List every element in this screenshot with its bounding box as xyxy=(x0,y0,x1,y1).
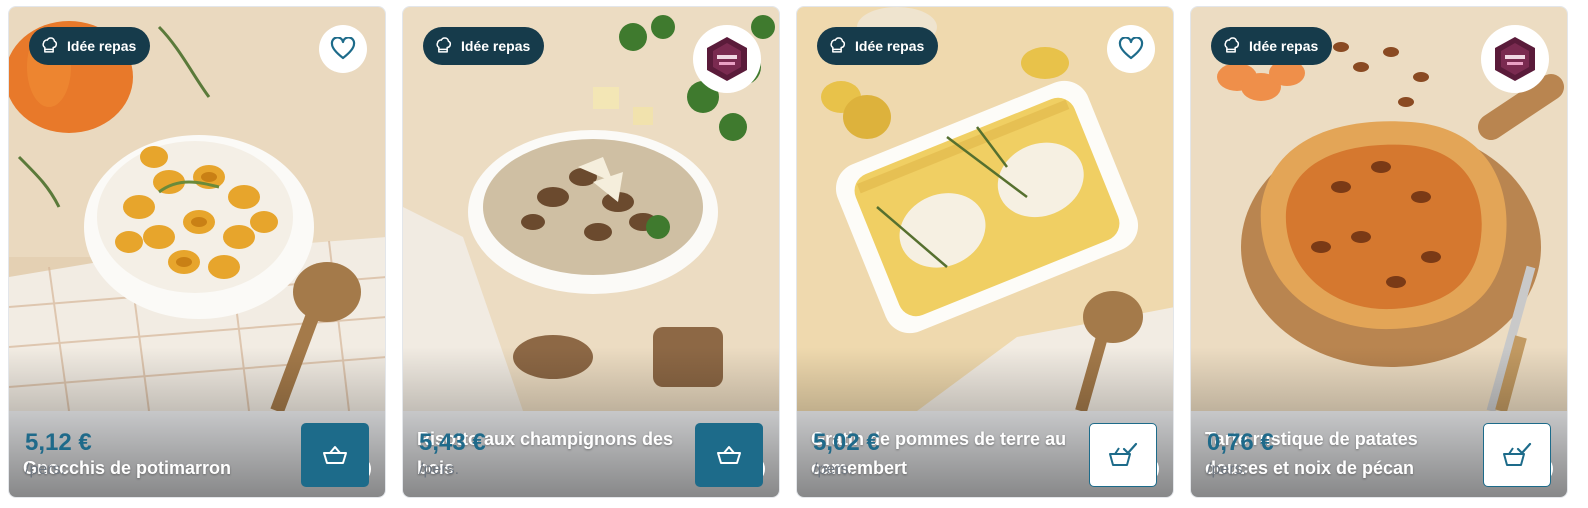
in-basket-button[interactable] xyxy=(1089,423,1157,487)
partner-logo xyxy=(1481,25,1549,93)
meal-idea-badge: Idée repas xyxy=(423,27,545,65)
favorite-button[interactable] xyxy=(319,25,367,73)
in-basket-button[interactable] xyxy=(1483,423,1551,487)
meal-idea-badge: Idée repas xyxy=(29,27,151,65)
heart-icon xyxy=(330,37,356,60)
card-footer: 5,43 € /pers. xyxy=(403,411,779,497)
basket-check-icon xyxy=(1109,442,1138,466)
meal-idea-badge: Idée repas xyxy=(1211,27,1333,65)
chef-hat-icon xyxy=(436,37,451,53)
basket-icon xyxy=(323,446,347,464)
meal-idea-label: Idée repas xyxy=(1249,38,1319,54)
card-footer: 5,02 € /pers. xyxy=(797,411,1173,497)
per-person-label: /pers. xyxy=(813,461,854,478)
chef-logo-icon xyxy=(1495,37,1535,81)
per-person-label: /pers. xyxy=(1207,461,1248,478)
recipe-card[interactable]: Idée repas Risotto aux champignons des b… xyxy=(402,6,780,498)
recipe-card[interactable]: Idée repas Gnocchis de potimarron 4 5,12… xyxy=(8,6,386,498)
meal-idea-label: Idée repas xyxy=(461,38,531,54)
recipe-card[interactable]: Idée repas Tarte rustique de patates dou… xyxy=(1190,6,1568,498)
chef-logo-icon xyxy=(707,37,747,81)
basket-check-icon xyxy=(1503,442,1532,466)
partner-logo xyxy=(693,25,761,93)
price: 5,12 € xyxy=(25,429,92,456)
price: 5,43 € xyxy=(419,429,486,456)
recipe-card[interactable]: Idée repas Gratin de pommes de terre au … xyxy=(796,6,1174,498)
meal-idea-label: Idée repas xyxy=(67,38,137,54)
price: 0,76 € xyxy=(1207,429,1274,456)
favorite-button[interactable] xyxy=(1107,25,1155,73)
heart-icon xyxy=(1118,37,1144,60)
per-person-label: /pers. xyxy=(25,461,66,478)
meal-idea-label: Idée repas xyxy=(855,38,925,54)
price: 5,02 € xyxy=(813,429,880,456)
per-person-label: /pers. xyxy=(419,461,460,478)
card-footer: 5,12 € /pers. xyxy=(9,411,385,497)
chef-hat-icon xyxy=(830,37,845,53)
chef-hat-icon xyxy=(1224,37,1239,53)
meal-idea-badge: Idée repas xyxy=(817,27,939,65)
add-to-basket-button[interactable] xyxy=(695,423,763,487)
card-footer: 0,76 € /pers. xyxy=(1191,411,1567,497)
add-to-basket-button[interactable] xyxy=(301,423,369,487)
chef-hat-icon xyxy=(42,37,57,53)
basket-icon xyxy=(717,446,741,464)
